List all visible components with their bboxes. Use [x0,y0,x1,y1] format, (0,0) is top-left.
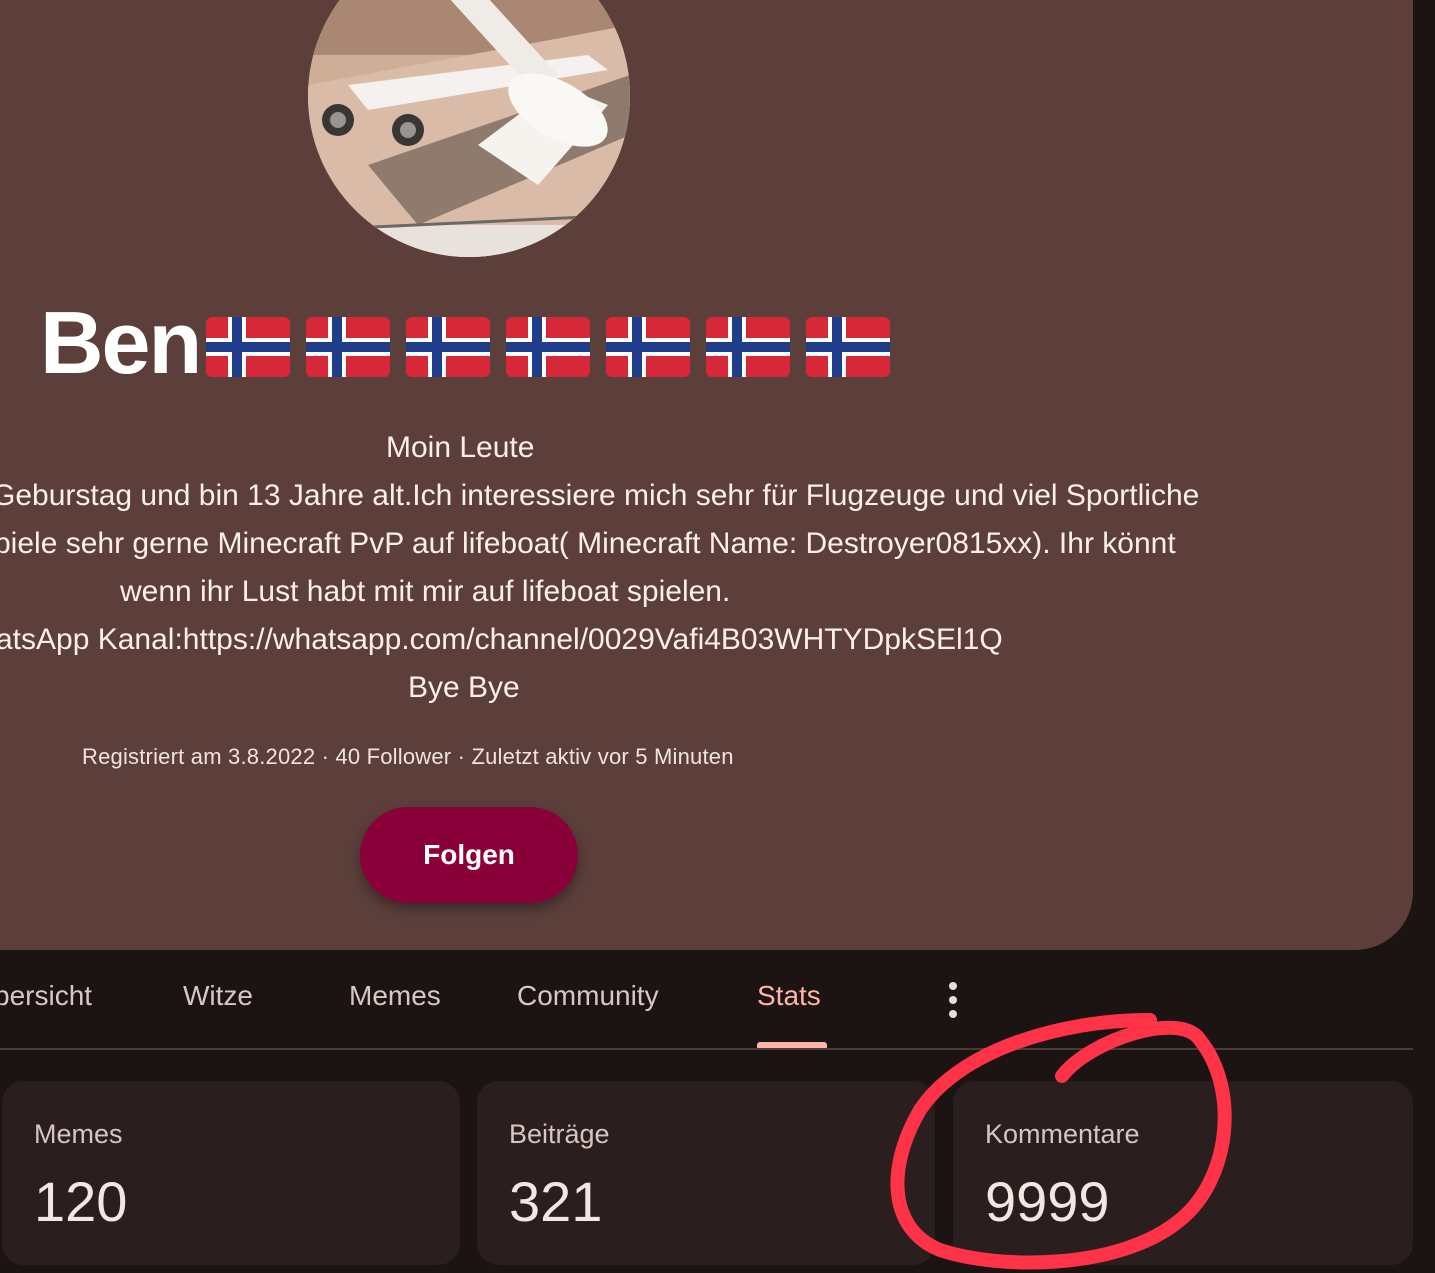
bio-line: Geburstag und bin 13 Jahre alt.Ich inter… [0,479,1200,512]
bio-line: piele sehr gerne Minecraft PvP auf lifeb… [0,527,1176,560]
profile-page: Ben Moin Leute Geburstag und bin 13 Jahr… [0,0,1435,1273]
norway-flag-icon [706,317,791,377]
profile-meta: Registriert am 3.8.2022 · 40 Follower · … [82,744,734,769]
bio-line: Moin Leute [386,431,535,464]
stat-label: Kommentare [985,1119,1140,1149]
stat-card-comments: Kommentare 9999 [953,1081,1413,1265]
bio-link[interactable]: atsApp Kanal:https://whatsapp.com/channe… [0,616,1003,664]
tab-memes[interactable]: Memes [349,980,441,1012]
norway-flag-icon [806,317,891,377]
tab-overview[interactable]: bersicht [0,980,92,1012]
tab-stats[interactable]: Stats [757,980,821,1012]
profile-name: Ben [40,293,202,392]
norway-flag-icon [306,317,391,377]
profile-tabs: bersicht Witze Memes Community Stats [0,960,1413,1050]
stat-card-posts: Beiträge 321 [477,1081,935,1265]
tab-community[interactable]: Community [517,980,659,1012]
stat-label: Beiträge [509,1119,610,1149]
stat-value: 9999 [985,1170,1110,1233]
norway-flag-icon [206,317,291,377]
stat-label: Memes [34,1119,123,1149]
norway-flag-icon [406,317,491,377]
bio-line: wenn ihr Lust habt mit mir auf lifeboat … [120,575,731,608]
bio-line: Bye Bye [408,671,520,704]
norway-flag-icon [606,317,691,377]
stat-card-memes: Memes 120 [2,1081,460,1265]
tab-jokes[interactable]: Witze [183,980,253,1012]
active-tab-indicator [757,1042,827,1048]
profile-name-row: Ben [40,292,906,394]
more-vertical-icon[interactable] [938,980,968,1020]
follow-button[interactable]: Folgen [360,807,578,903]
norway-flag-icon [506,317,591,377]
stat-value: 120 [34,1170,128,1233]
stat-value: 321 [509,1170,603,1233]
flag-list [206,317,906,377]
